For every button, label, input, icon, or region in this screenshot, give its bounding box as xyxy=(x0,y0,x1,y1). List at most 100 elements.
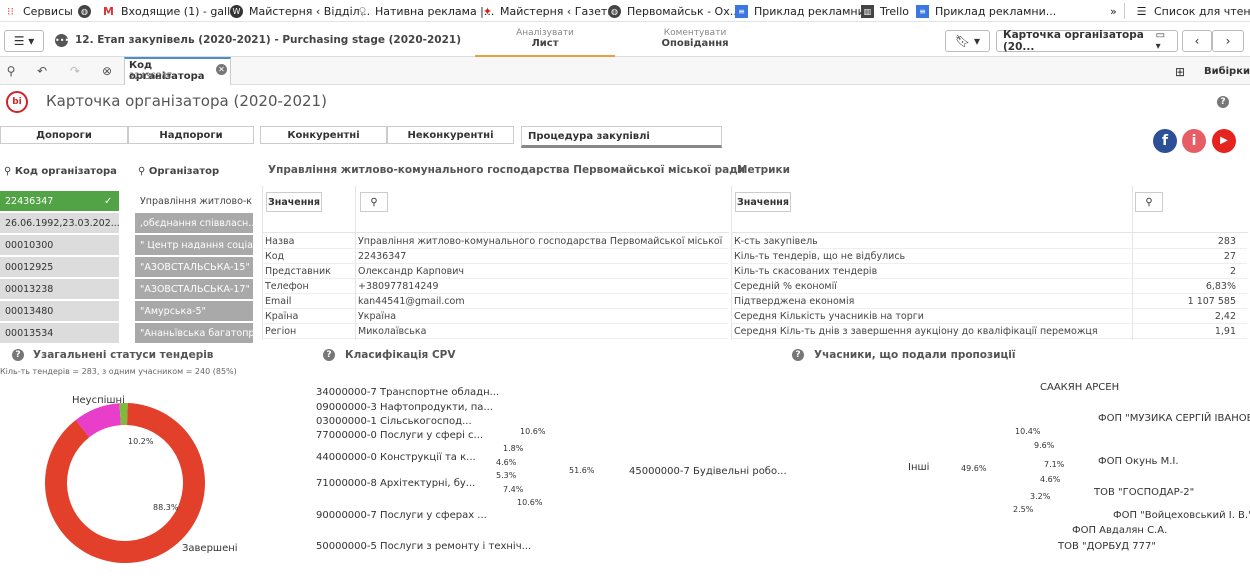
help-icon[interactable]: ? xyxy=(792,349,804,361)
bookmark-trello[interactable]: ▥ Trello xyxy=(861,3,909,19)
list-title-organizer[interactable]: ⚲ Організатор xyxy=(138,166,219,177)
list-item[interactable]: 00013480 xyxy=(0,301,119,322)
cpv-pct: 51.6% xyxy=(569,466,595,475)
org-row-value: Миколаївська xyxy=(358,326,427,337)
cpv-label: 90000000-7 Послуги у сферах ... xyxy=(316,510,487,521)
step-back-icon[interactable]: ↶ xyxy=(34,63,50,79)
bookmark-doc-1[interactable]: ≡ Приклад рекламни... xyxy=(735,3,875,19)
participant-pct: 2.5% xyxy=(1013,505,1034,514)
bookmark-doc-2[interactable]: ≡ Приклад рекламни... xyxy=(916,3,1056,19)
org-values-button[interactable]: Значення xyxy=(266,192,322,212)
cpv-label: 50000000-5 Послуги з ремонту і техніч... xyxy=(316,541,532,552)
trello-icon: ▥ xyxy=(861,4,874,18)
cpv-label: 45000000-7 Будівельні робо... xyxy=(629,466,787,477)
cpv-pct: 7.4% xyxy=(503,485,524,494)
list-item[interactable]: 22436347 xyxy=(0,191,119,212)
list-item[interactable]: "Ананьївська багатопр... xyxy=(135,323,253,344)
org-row-value: +380977814249 xyxy=(358,281,439,292)
metric-row-key: К-сть закупівель xyxy=(734,236,818,247)
metric-row-value: 283 xyxy=(1217,236,1236,247)
apps-grid-icon: ⁝⁝ xyxy=(7,4,14,18)
app-title: 12. Етап закупівель (2020-2021) - Purcha… xyxy=(75,34,462,46)
filter-above-threshold[interactable]: Надпороги xyxy=(128,126,254,144)
org-search-button[interactable]: ⚲ xyxy=(360,192,388,212)
org-panel-title: Управління житлово-комунального господар… xyxy=(268,164,746,176)
sheet-view-icon: ▭ ▾ xyxy=(1155,30,1166,52)
cpv-label: 44000000-0 Конструкції та к... xyxy=(316,452,476,463)
row-divider xyxy=(262,338,728,339)
metrics-search-button[interactable]: ⚲ xyxy=(1135,192,1163,212)
smart-search-icon[interactable]: ⚲ xyxy=(3,63,19,79)
reading-list-button[interactable]: ☰Список для чтения xyxy=(1135,3,1250,19)
cpv-title: Класифікація CPV xyxy=(345,349,456,361)
metric-row-key: Середня Кількість учасників на торги xyxy=(734,311,924,322)
bookmarks-more-button[interactable]: » xyxy=(1110,3,1117,19)
list-item[interactable]: "АЗОВСТАЛЬСЬКА-17" xyxy=(135,279,253,300)
selection-chip[interactable]: Код організатора 22436347 ✕ xyxy=(124,57,231,85)
slice-completed[interactable] xyxy=(45,403,206,563)
sheet-header: bi Карточка організатора (2020-2021) ? xyxy=(0,88,1250,120)
clear-selections-icon[interactable]: ⊗ xyxy=(99,63,115,79)
participants-donut[interactable] xyxy=(925,385,1095,555)
help-icon[interactable]: ? xyxy=(323,349,335,361)
app-options-icon[interactable]: ••• xyxy=(55,34,69,47)
prev-sheet-button[interactable]: ‹ xyxy=(1182,30,1212,52)
help-icon[interactable]: ? xyxy=(1217,96,1229,108)
participant-pct: 3.2% xyxy=(1030,492,1051,501)
list-item[interactable]: " Центр надання соціа... xyxy=(135,235,253,256)
bookmark-gmail[interactable]: M Входящие (1) - gall... xyxy=(102,3,241,19)
bookmark-pervomaisk[interactable]: ◍ Первомайськ - Ох... xyxy=(608,3,740,19)
selections-icon[interactable]: ⊞ xyxy=(1175,65,1185,79)
filter-below-threshold[interactable]: Допороги xyxy=(0,126,128,144)
filter-competitive[interactable]: Конкурентні xyxy=(260,126,387,144)
org-row-value: Управління житлово-комунального господар… xyxy=(358,236,726,247)
selections-button[interactable]: Вибірки xyxy=(1204,66,1250,77)
search-icon: ⚲ xyxy=(138,166,149,177)
list-item[interactable]: 26.06.1992,23.03.202... xyxy=(0,213,119,234)
metric-row-key: Середній % економії xyxy=(734,281,837,292)
next-sheet-button[interactable]: › xyxy=(1212,30,1244,52)
participant-label: ФОП Авдалян С.А. xyxy=(1072,525,1168,536)
app-toolbar: ☰ ▾ ••• 12. Етап закупівель (2020-2021) … xyxy=(0,25,1250,57)
bookmark-wordpress[interactable]: W Майстерня ‹ Відділ... xyxy=(230,3,370,19)
metric-row-key: Підтверджена економія xyxy=(734,296,855,307)
globe-icon: ◍ xyxy=(78,4,91,18)
menu-button[interactable]: ☰ ▾ xyxy=(4,30,44,52)
list-item[interactable]: 00013238 xyxy=(0,279,119,300)
list-item[interactable]: 00012925 xyxy=(0,257,119,278)
row-divider xyxy=(731,338,1247,339)
list-item[interactable]: "АЗОВСТАЛЬСЬКА-15" xyxy=(135,257,253,278)
check-icon: ✓ xyxy=(104,196,113,207)
facebook-icon[interactable]: f xyxy=(1153,129,1177,153)
cpv-pct: 10.6% xyxy=(520,427,546,436)
bookmark-gazette[interactable]: ✦ Майстерня ‹ Газет... xyxy=(481,3,618,19)
list-item[interactable]: Управління житлово-к... xyxy=(135,191,253,212)
list-item[interactable]: 00010300 xyxy=(0,235,119,256)
list-item[interactable]: "Амурська-5" xyxy=(135,301,253,322)
close-icon[interactable]: ✕ xyxy=(216,64,227,75)
list-item[interactable]: ,обєднання співвласн... xyxy=(135,213,253,234)
filter-procurement-procedure[interactable]: Процедура закупівлі xyxy=(521,126,722,148)
help-icon[interactable]: ? xyxy=(12,349,24,361)
bookmark-native[interactable]: ♀ Нативна реклама |... xyxy=(356,3,494,19)
metrics-values-button[interactable]: Значення xyxy=(735,192,791,212)
participant-pct: 4.6% xyxy=(1040,475,1061,484)
statuses-subtitle: Кіль-ть тендерів = 283, з одним учаснико… xyxy=(0,367,237,376)
info-icon[interactable]: i xyxy=(1182,129,1206,153)
sheet-selector[interactable]: Карточка організатора (20... ▭ ▾ xyxy=(996,29,1178,53)
bookmark-globe[interactable]: ◍ xyxy=(78,3,97,19)
search-icon: ⚲ xyxy=(370,196,378,208)
list-title-org-code[interactable]: ⚲ Код організатора xyxy=(4,166,117,177)
participant-pct: 49.6% xyxy=(961,464,987,473)
step-forward-icon[interactable]: ↷ xyxy=(67,63,83,79)
bi-logo-icon: bi xyxy=(6,91,28,113)
filter-non-competitive[interactable]: Неконкурентні xyxy=(387,126,514,144)
tab-analyze[interactable]: Аналізувати Лист xyxy=(475,25,615,57)
bookmark-services[interactable]: ⁝⁝ Сервисы xyxy=(4,3,73,19)
list-item[interactable]: 00013534 xyxy=(0,323,119,344)
youtube-icon[interactable]: ▶ xyxy=(1212,129,1236,153)
sheet-title: Карточка організатора (2020-2021) xyxy=(46,92,327,110)
tab-narrate[interactable]: Коментувати Оповідання xyxy=(625,25,765,57)
reading-list-icon: ☰ xyxy=(1136,4,1147,18)
bookmark-button[interactable]: 🔖︎ ▾ xyxy=(945,30,990,52)
